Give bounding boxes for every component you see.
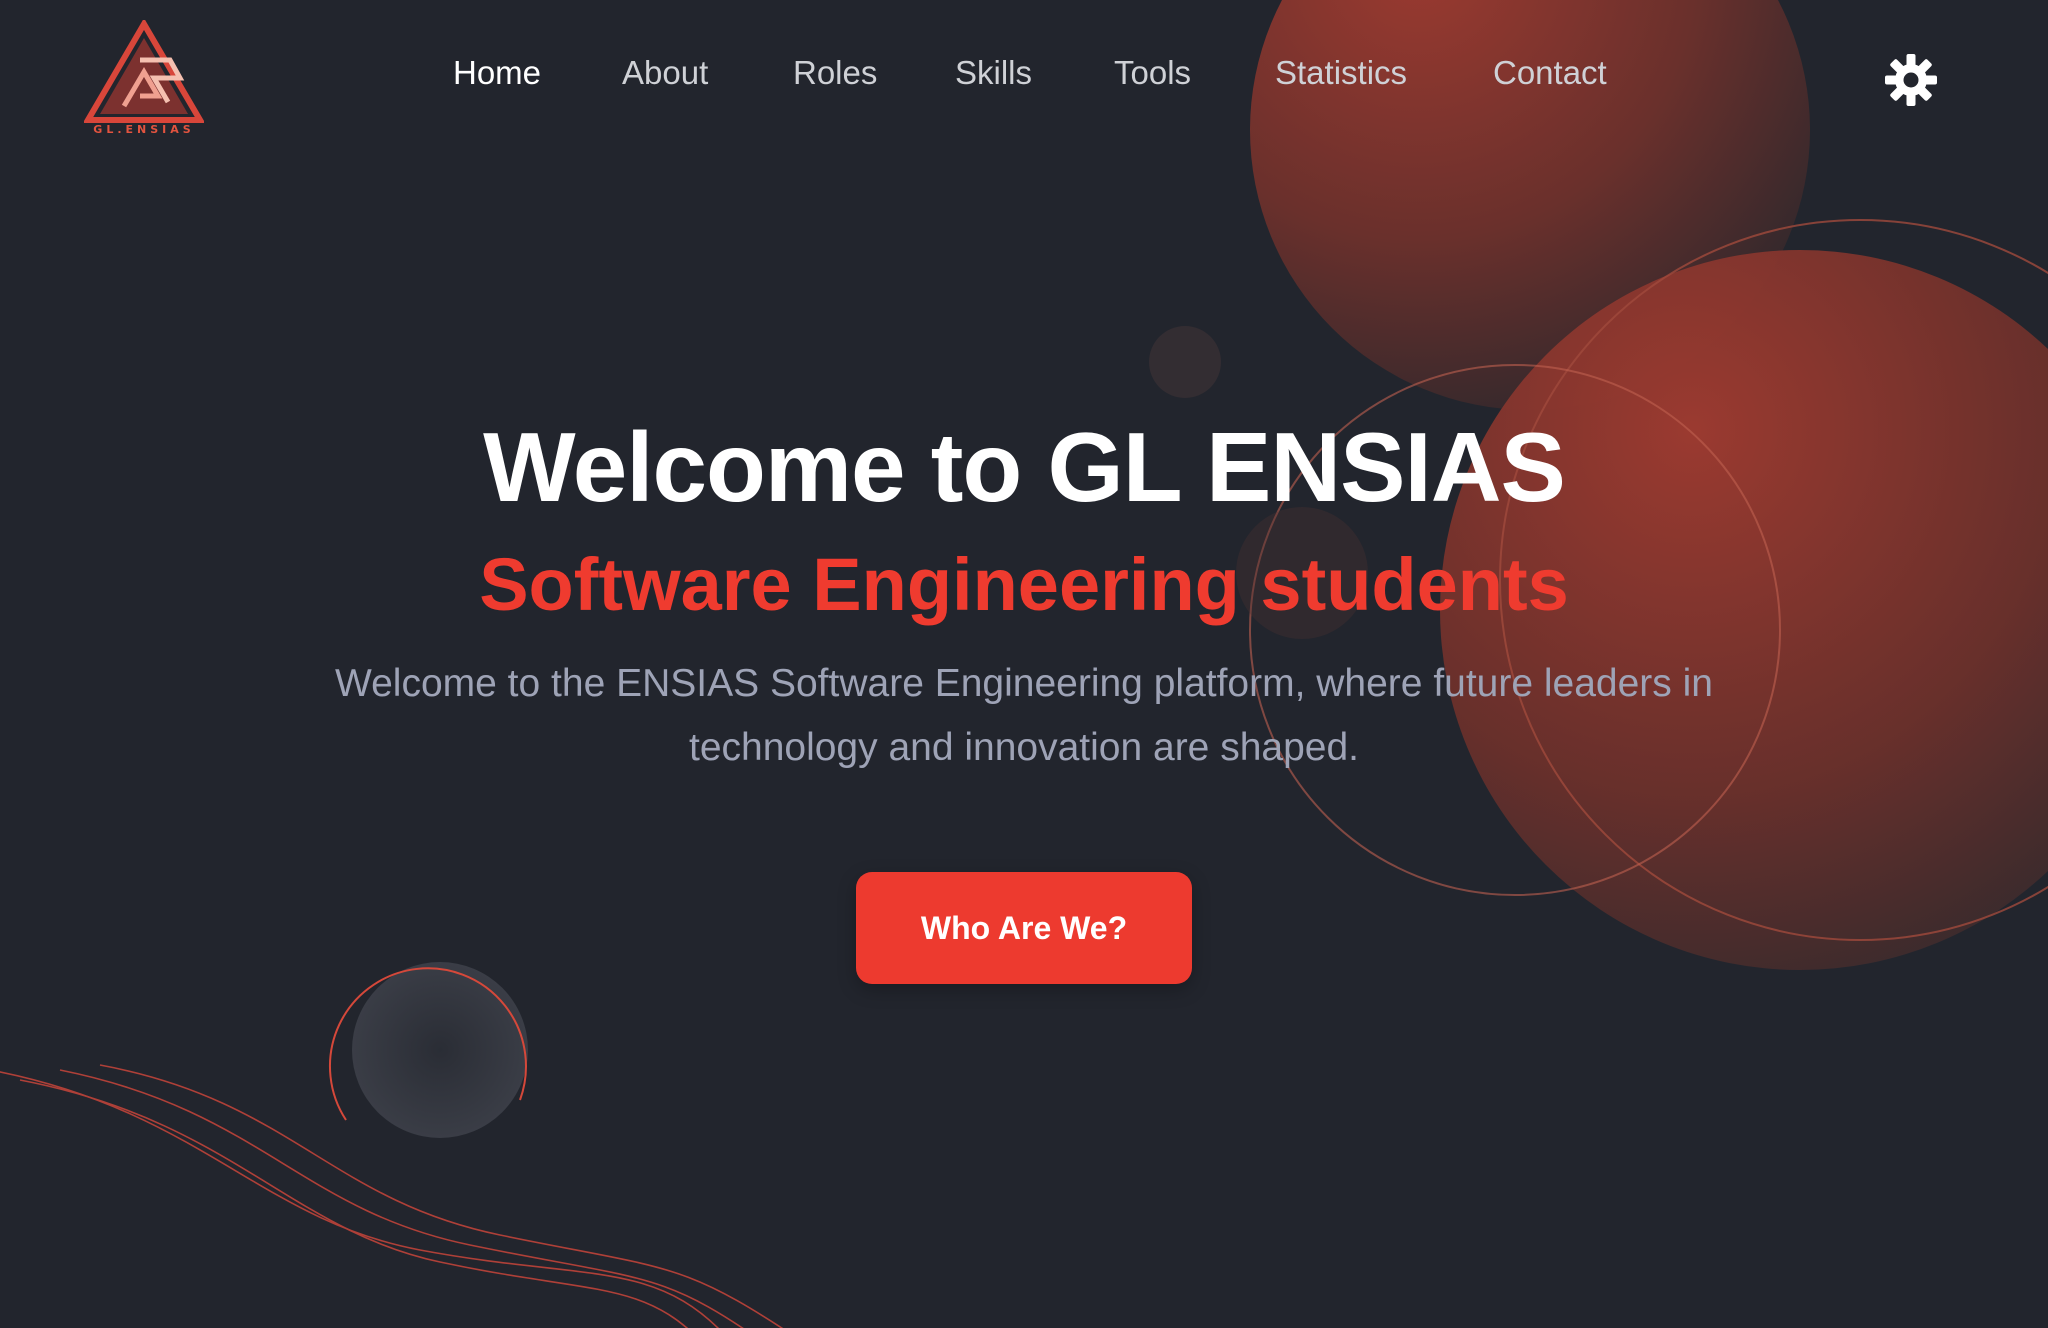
gear-icon <box>1885 54 1937 106</box>
dark-orb-arc <box>328 967 527 1121</box>
nav-item-home[interactable]: Home <box>453 54 541 92</box>
who-are-we-button[interactable]: Who Are We? <box>856 872 1192 984</box>
nav-item-contact[interactable]: Contact <box>1493 54 1607 92</box>
dark-orb <box>352 962 528 1138</box>
nav-item-statistics[interactable]: Statistics <box>1275 54 1407 92</box>
hero-title: Welcome to GL ENSIAS <box>483 412 1566 522</box>
nav-item-about[interactable]: About <box>622 54 708 92</box>
settings-button[interactable] <box>1883 52 1939 108</box>
wave-lines <box>0 1064 784 1328</box>
logo-text: GL.ENSIAS <box>93 123 195 136</box>
nav-item-roles[interactable]: Roles <box>793 54 877 92</box>
page: GL.ENSIAS Home About Roles Skills Tools … <box>0 0 2048 1328</box>
small-dot <box>1149 326 1221 398</box>
nav-item-tools[interactable]: Tools <box>1114 54 1191 92</box>
hero-subtitle: Software Engineering students <box>479 543 1569 626</box>
main-nav: Home About Roles Skills Tools Statistics… <box>0 54 2048 104</box>
hero-description: Welcome to the ENSIAS Software Engineeri… <box>335 662 1713 769</box>
nav-item-skills[interactable]: Skills <box>955 54 1032 92</box>
